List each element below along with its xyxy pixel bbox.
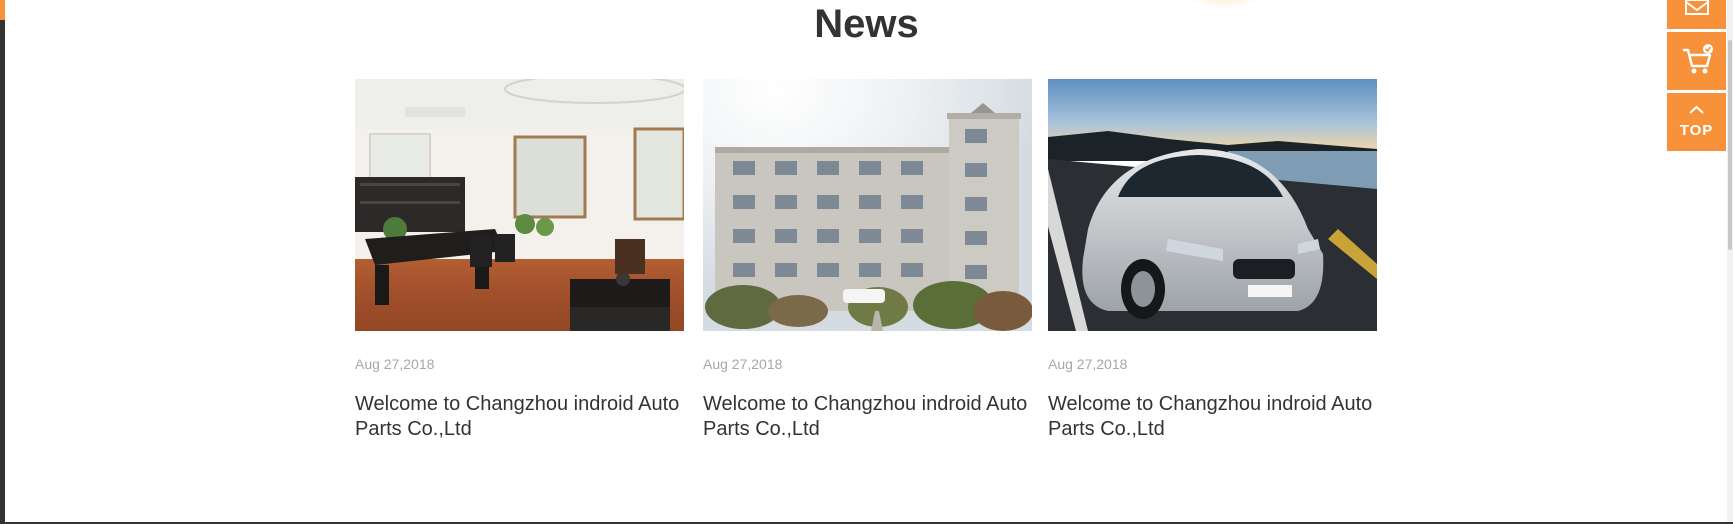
office-interior-photo <box>355 79 684 331</box>
news-headline[interactable]: Welcome to Changzhou indroid Auto Parts … <box>355 392 684 442</box>
news-image-building[interactable] <box>703 79 1032 331</box>
envelope-icon <box>1685 0 1709 15</box>
top-label: TOP <box>1679 122 1714 139</box>
news-headline[interactable]: Welcome to Changzhou indroid Auto Parts … <box>1048 392 1377 442</box>
section-title: News <box>814 2 919 46</box>
left-edge <box>0 0 5 524</box>
back-to-top-button[interactable]: TOP <box>1667 93 1726 151</box>
silver-car-photo <box>1048 79 1377 331</box>
news-date: Aug 27,2018 <box>1048 356 1128 372</box>
floating-sidebar: TOP <box>1667 0 1726 151</box>
news-image-car[interactable] <box>1048 79 1377 331</box>
news-card[interactable]: Aug 27,2018 Welcome to Changzhou indroid… <box>1048 79 1377 442</box>
news-image-office[interactable] <box>355 79 684 331</box>
news-date: Aug 27,2018 <box>355 356 435 372</box>
cart-icon <box>1683 44 1713 74</box>
news-card[interactable]: Aug 27,2018 Welcome to Changzhou indroid… <box>703 79 1032 442</box>
scrollbar-thumb[interactable] <box>1728 40 1732 250</box>
news-headline[interactable]: Welcome to Changzhou indroid Auto Parts … <box>703 392 1032 442</box>
factory-building-photo <box>703 79 1032 331</box>
page: News Aug 27,2018 Welcome to Changzhou in… <box>0 0 1733 524</box>
news-card[interactable]: Aug 27,2018 Welcome to Changzhou indroid… <box>355 79 684 442</box>
news-date: Aug 27,2018 <box>703 356 783 372</box>
cart-button[interactable] <box>1667 32 1726 90</box>
mail-button[interactable] <box>1667 0 1726 29</box>
